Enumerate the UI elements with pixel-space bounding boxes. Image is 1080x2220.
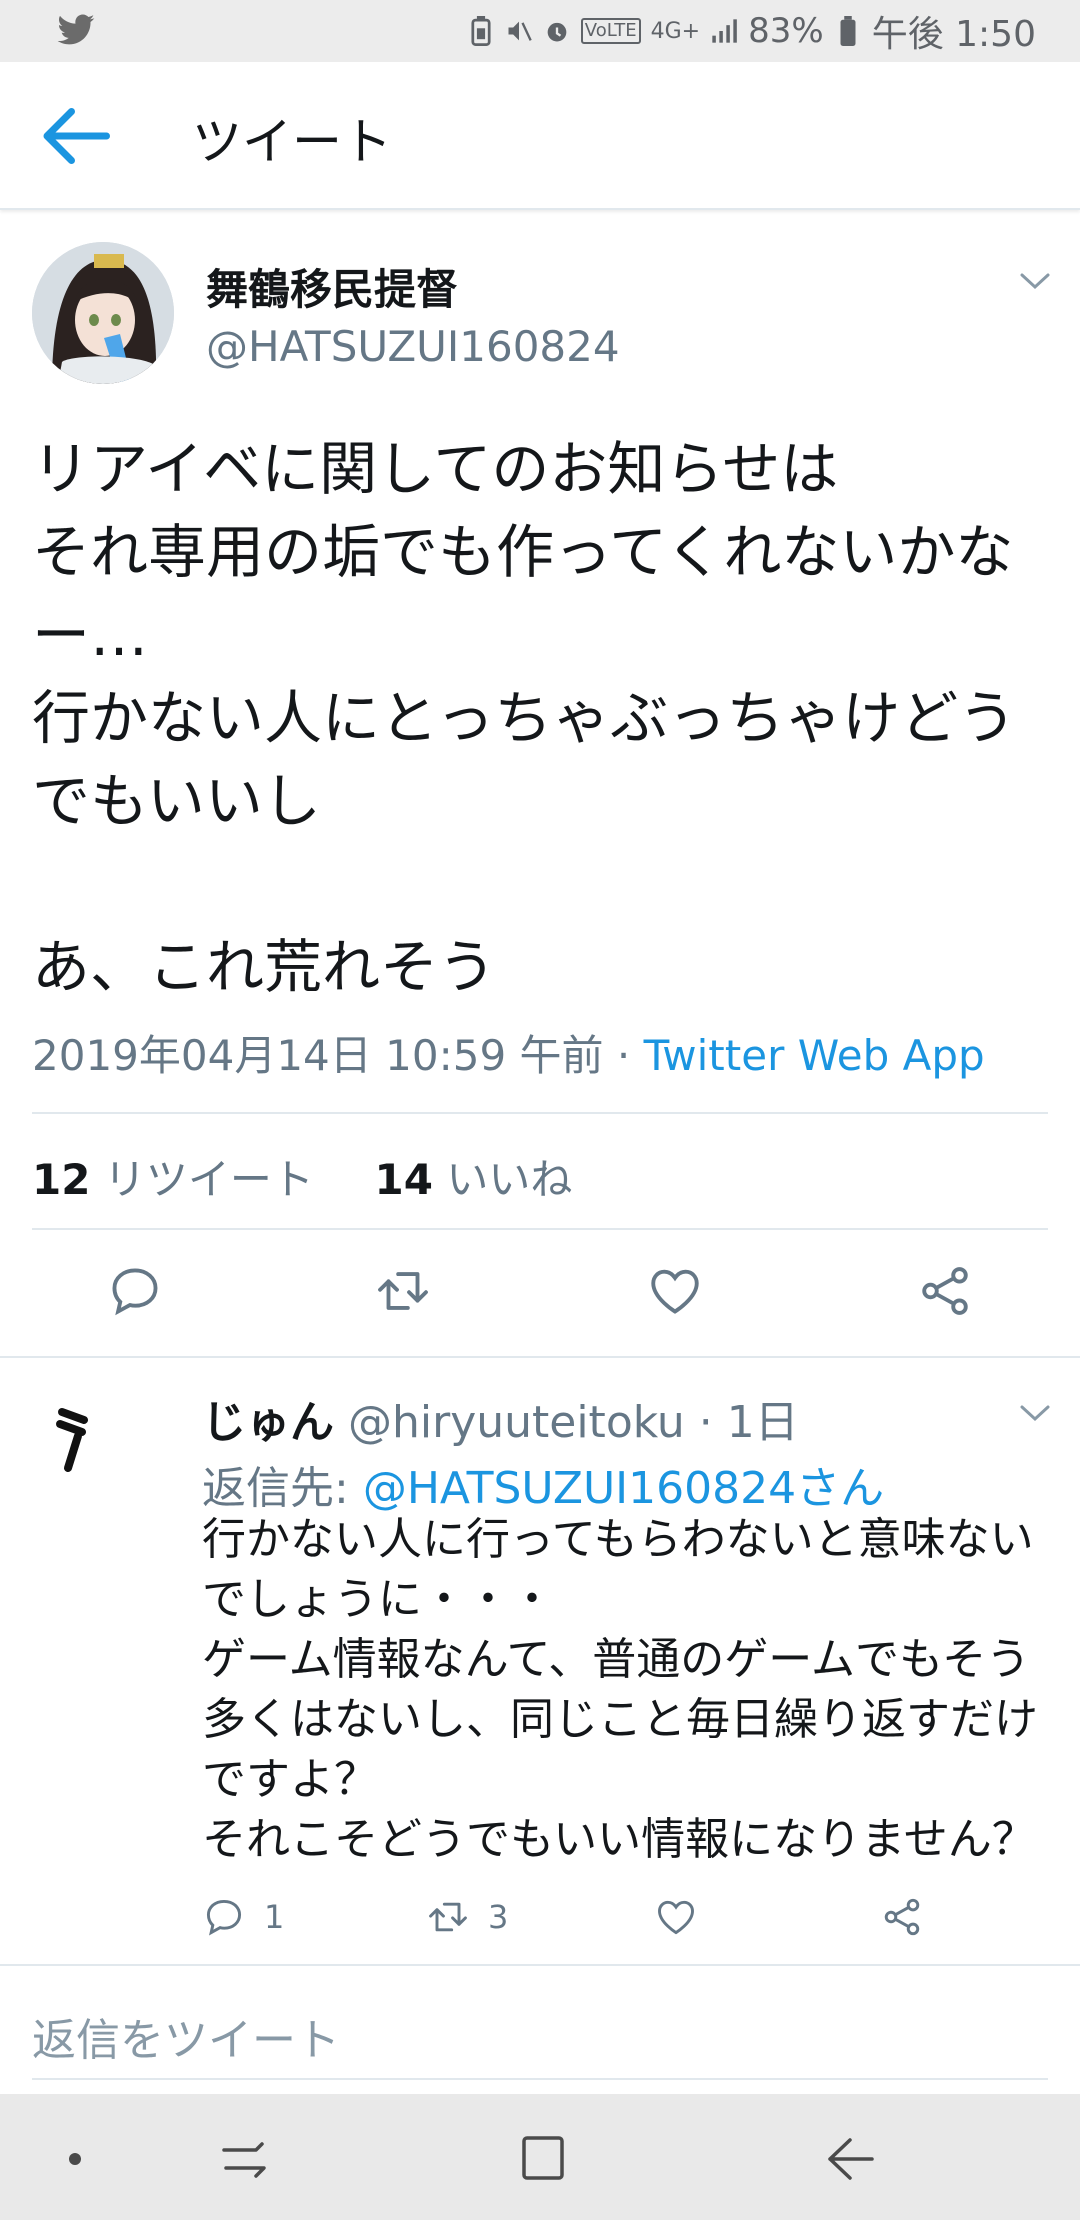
like-icon[interactable] [646, 1262, 704, 1320]
author-handle[interactable]: @HATSUZUI160824 [206, 322, 620, 371]
compose-underline [32, 2078, 1048, 2080]
back-icon[interactable] [822, 2132, 878, 2186]
reply-dot: · [698, 1397, 713, 1448]
arrow-left-icon[interactable] [40, 106, 110, 166]
like-label: いいね [446, 1155, 573, 1204]
status-bar: VoLTE 4G+ 83% 午後 1:50 [0, 0, 1080, 62]
signal-icon [712, 19, 737, 43]
reply-like-button[interactable] [654, 1894, 698, 1940]
reply-age: 1日 [726, 1397, 799, 1448]
chevron-down-icon[interactable] [1018, 270, 1052, 292]
reply-retweet-count: 3 [488, 1898, 509, 1936]
page-title: ツイート [192, 113, 392, 171]
share-icon[interactable] [916, 1262, 974, 1320]
reply-author-name[interactable]: じゅん [202, 1397, 334, 1448]
reply-author-handle[interactable]: @hiryuuteitoku [348, 1397, 685, 1448]
section-separator [0, 1964, 1080, 1966]
system-nav-bar [0, 2094, 1080, 2220]
tweet-stats: 12 リツイート 14 いいね [32, 1146, 572, 1207]
tweet-text: リアイベに関してのお知らせは それ専用の垢でも作ってくれないかなー… 行かない人… [32, 435, 1017, 1001]
author-name[interactable]: 舞鶴移民提督 [206, 256, 458, 317]
retweet-count: 12 [32, 1155, 91, 1204]
status-icons: VoLTE 4G+ 83% 午後 1:50 [467, 8, 1036, 55]
reply-avatar[interactable] [32, 1378, 152, 1498]
avatar-image [32, 242, 174, 384]
meta-separator: · [603, 1031, 644, 1080]
alarm-icon [547, 22, 567, 42]
chevron-down-icon[interactable] [1018, 1402, 1052, 1424]
home-icon[interactable] [516, 2132, 570, 2186]
like-count: 14 [374, 1155, 433, 1204]
dot-icon[interactable] [60, 2132, 90, 2186]
battery-saver-icon [471, 16, 491, 46]
twitter-notification-icon [57, 14, 95, 45]
replying-to: 返信先: @HATSUZUI160824さん [202, 1452, 884, 1516]
network-type: 4G+ [650, 18, 701, 44]
retweet-icon[interactable] [374, 1262, 432, 1320]
tweet-actions [0, 1262, 1080, 1326]
reply-icon[interactable] [106, 1262, 164, 1320]
retweet-label: リツイート [103, 1155, 314, 1204]
reply-retweet-button[interactable]: 3 [426, 1894, 508, 1940]
reply-text: 行かない人に行ってもらわないと意味ないでしょうに・・・ ゲーム情報なんて、普通の… [202, 1514, 1038, 1865]
reply-share-button[interactable] [880, 1894, 924, 1940]
recent-apps-icon[interactable] [216, 2132, 272, 2186]
reply-avatar-image [56, 1408, 88, 1472]
retweet-stat[interactable]: 12 リツイート [32, 1155, 314, 1204]
volte-icon: VoLTE [580, 18, 641, 44]
section-separator [0, 1356, 1080, 1358]
reply-icon [206, 1899, 242, 1936]
source-link[interactable]: Twitter Web App [644, 1031, 985, 1080]
clock: 午後 1:50 [871, 14, 1036, 55]
app-header: ツイート [0, 62, 1080, 210]
battery-percent: 83% [748, 11, 824, 51]
retweet-icon [429, 1902, 467, 1932]
like-stat[interactable]: 14 いいね [375, 1155, 573, 1204]
tweet-meta: 2019年04月14日 10:59 午前 · Twitter Web App [32, 1022, 985, 1083]
timestamp: 2019年04月14日 10:59 午前 [32, 1031, 604, 1080]
battery-icon [840, 16, 856, 46]
reply-reply-count: 1 [264, 1898, 285, 1936]
reply-header: じゅん @hiryuuteitoku · 1日 [202, 1386, 799, 1450]
reply-actions: 1 3 [0, 1894, 1080, 1944]
share-icon [884, 1898, 920, 1936]
replying-to-label: 返信先: [202, 1463, 363, 1514]
divider [32, 1228, 1048, 1230]
mute-icon [508, 21, 532, 41]
replying-to-mention[interactable]: @HATSUZUI160824さん [363, 1463, 884, 1514]
like-icon [658, 1900, 694, 1935]
reply-reply-button[interactable]: 1 [202, 1894, 284, 1940]
avatar[interactable] [32, 242, 174, 384]
divider [32, 1112, 1048, 1114]
reply-compose-input[interactable]: 返信をツイート [32, 2004, 340, 2068]
